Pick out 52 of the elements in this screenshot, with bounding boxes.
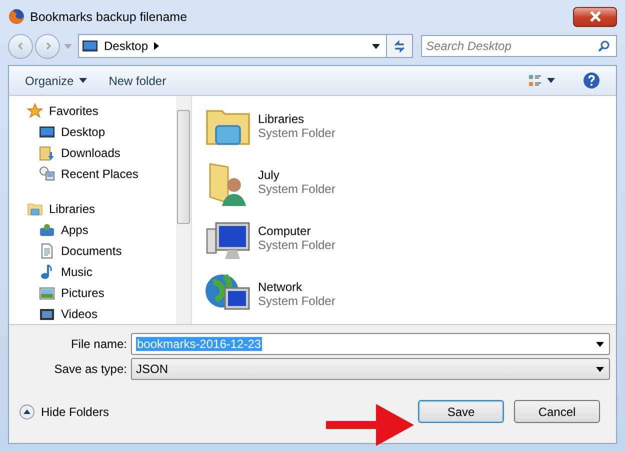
- library-folder-icon: [27, 200, 43, 216]
- refresh-button[interactable]: [386, 35, 412, 57]
- caret-icon: [547, 78, 555, 83]
- sidebar-item[interactable]: Music: [27, 261, 176, 282]
- sidebar-item[interactable]: Pictures: [27, 282, 176, 303]
- document-icon: [39, 242, 55, 258]
- save-type-label: Save as type:: [53, 362, 127, 376]
- folder-item[interactable]: Libraries System Folder: [204, 98, 616, 154]
- breadcrumb-arrow-icon: [154, 42, 160, 50]
- sidebar-item[interactable]: Recent Places: [27, 163, 176, 184]
- sidebar-group[interactable]: Libraries: [27, 198, 176, 219]
- save-button[interactable]: Save: [418, 400, 504, 423]
- dropdown-caret-icon: [596, 342, 604, 346]
- sidebar-item[interactable]: Desktop: [27, 121, 176, 142]
- location-text: Desktop: [104, 39, 148, 53]
- browser-logo-icon: [8, 8, 25, 25]
- monitor-icon: [82, 38, 98, 54]
- folder-item[interactable]: Computer System Folder: [204, 210, 616, 266]
- folder-item[interactable]: Network System Folder: [204, 266, 616, 322]
- help-icon: [583, 72, 600, 89]
- caret-icon: [78, 78, 87, 83]
- dropdown-caret-icon: [596, 366, 604, 372]
- apps-icon: [39, 222, 55, 238]
- sidebar-item[interactable]: Videos: [27, 303, 176, 324]
- search-field[interactable]: Search Desktop: [421, 35, 617, 57]
- refresh-arrows-icon: [393, 40, 406, 52]
- sidebar-group[interactable]: Favorites: [27, 100, 176, 121]
- organize-menu-button[interactable]: Organize: [17, 70, 95, 90]
- save-type-dropdown[interactable]: JSON: [131, 358, 610, 380]
- address-bar[interactable]: Desktop: [78, 34, 413, 58]
- star-icon: [27, 102, 43, 118]
- search-icon: [598, 40, 610, 52]
- window-title: Bookmarks backup filename: [30, 10, 188, 24]
- cancel-button[interactable]: Cancel: [514, 400, 600, 423]
- recent-places-icon: [39, 166, 55, 182]
- download-folder-icon: [39, 144, 55, 160]
- close-icon: [590, 11, 600, 22]
- picture-icon: [39, 284, 55, 300]
- dropdown-caret-icon: [372, 44, 380, 48]
- sidebar-item[interactable]: Downloads: [27, 142, 176, 163]
- music-note-icon: [39, 264, 55, 280]
- file-name-label: File name:: [70, 337, 127, 351]
- scrollbar[interactable]: [176, 96, 191, 324]
- view-list-icon: [528, 74, 542, 88]
- folder-item[interactable]: July System Folder: [204, 154, 616, 210]
- hide-folders-button[interactable]: Hide Folders: [19, 404, 110, 420]
- monitor-icon: [39, 124, 55, 140]
- sidebar-item[interactable]: Documents: [27, 240, 176, 261]
- new-folder-button[interactable]: New folder: [100, 70, 174, 90]
- sidebar-item[interactable]: Apps: [27, 219, 176, 240]
- dropdown-caret-icon: [64, 44, 72, 48]
- close-button[interactable]: [573, 6, 617, 26]
